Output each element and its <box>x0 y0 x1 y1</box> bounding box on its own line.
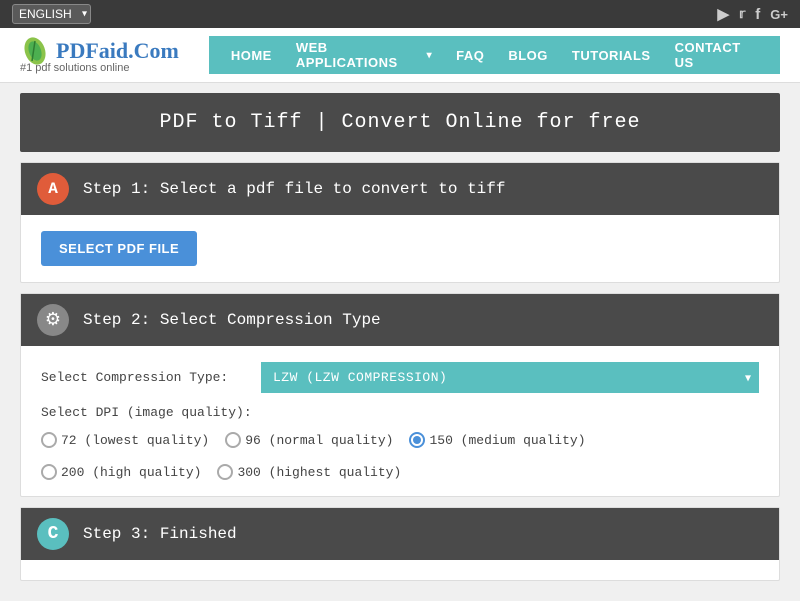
step2-body: Select Compression Type: LZW (LZW COMPRE… <box>21 346 779 496</box>
facebook-icon[interactable]: f <box>755 6 760 23</box>
compression-row: Select Compression Type: LZW (LZW COMPRE… <box>41 362 759 393</box>
nav-item-contact-us[interactable]: CONTACT US <box>663 36 770 74</box>
social-icons-group: ▶ 𝕣 f G+ <box>717 5 788 23</box>
language-dropdown[interactable]: ENGLISH <box>12 4 91 24</box>
twitter-icon[interactable]: 𝕣 <box>739 6 745 22</box>
select-pdf-button[interactable]: SELECT PDF FILE <box>41 231 197 266</box>
step2-section: ⚙ Step 2: Select Compression Type Select… <box>20 293 780 497</box>
step1-header: A Step 1: Select a pdf file to convert t… <box>21 163 779 215</box>
step1-section: A Step 1: Select a pdf file to convert t… <box>20 162 780 283</box>
nav-dropdown-arrow: ▾ <box>427 50 433 61</box>
compression-label: Select Compression Type: <box>41 370 261 385</box>
step2-icon: ⚙ <box>37 304 69 336</box>
top-bar: ENGLISH ▾ ▶ 𝕣 f G+ <box>0 0 800 28</box>
radio-circle-150 <box>409 432 425 448</box>
finished-icon: C <box>48 524 59 544</box>
step3-section: C Step 3: Finished <box>20 507 780 581</box>
step1-body: SELECT PDF FILE <box>21 215 779 282</box>
nav-item-tutorials[interactable]: TUTORIALS <box>560 36 663 74</box>
dpi-options-row: 72 (lowest quality) 96 (normal quality) 15… <box>41 432 759 480</box>
dpi-label-300: 300 (highest quality) <box>237 465 401 480</box>
dpi-option-96[interactable]: 96 (normal quality) <box>225 432 393 448</box>
dpi-option-72[interactable]: 72 (lowest quality) <box>41 432 209 448</box>
step3-header: C Step 3: Finished <box>21 508 779 560</box>
nav-bar: HOMEWEB APPLICATIONS▾FAQBLOGTUTORIALSCON… <box>209 36 780 74</box>
language-selector[interactable]: ENGLISH ▾ <box>12 4 91 24</box>
step3-icon: C <box>37 518 69 550</box>
main-content: PDF to Tiff | Convert Online for free A … <box>0 83 800 601</box>
logo[interactable]: PDFaid.Com #1 pdf solutions online <box>20 36 179 74</box>
step1-icon: A <box>37 173 69 205</box>
nav-item-web-applications[interactable]: WEB APPLICATIONS▾ <box>284 36 444 74</box>
step3-title: Step 3: Finished <box>83 525 237 543</box>
dpi-option-300[interactable]: 300 (highest quality) <box>217 464 401 480</box>
nav-item-blog[interactable]: BLOG <box>496 36 560 74</box>
dpi-label: Select DPI (image quality): <box>41 405 261 420</box>
step2-title: Step 2: Select Compression Type <box>83 311 381 329</box>
dpi-option-200[interactable]: 200 (high quality) <box>41 464 201 480</box>
googleplus-icon[interactable]: G+ <box>770 7 788 22</box>
nav-item-faq[interactable]: FAQ <box>444 36 496 74</box>
radio-circle-72 <box>41 432 57 448</box>
radio-circle-200 <box>41 464 57 480</box>
nav-item-home[interactable]: HOME <box>219 36 284 74</box>
gear-icon: ⚙ <box>45 309 61 331</box>
logo-text: PDFaid.Com <box>56 38 179 64</box>
dpi-label-200: 200 (high quality) <box>61 465 201 480</box>
step1-title: Step 1: Select a pdf file to convert to … <box>83 180 505 198</box>
dpi-label-row: Select DPI (image quality): <box>41 405 759 420</box>
page-title: PDF to Tiff | Convert Online for free <box>20 93 780 152</box>
dpi-option-150[interactable]: 150 (medium quality) <box>409 432 585 448</box>
dpi-label-96: 96 (normal quality) <box>245 433 393 448</box>
dpi-full-row: Select DPI (image quality): 72 (lowest q… <box>41 405 759 480</box>
dpi-label-150: 150 (medium quality) <box>429 433 585 448</box>
pdf-icon: A <box>48 180 58 198</box>
radio-inner-150 <box>413 436 421 444</box>
step2-header: ⚙ Step 2: Select Compression Type <box>21 294 779 346</box>
step3-body <box>21 560 779 580</box>
radio-circle-300 <box>217 464 233 480</box>
dpi-label-72: 72 (lowest quality) <box>61 433 209 448</box>
logo-tagline: #1 pdf solutions online <box>20 62 179 74</box>
compression-select-wrapper[interactable]: LZW (LZW COMPRESSION)NONE (NO COMPRESSIO… <box>261 362 759 393</box>
compression-dropdown[interactable]: LZW (LZW COMPRESSION)NONE (NO COMPRESSIO… <box>261 362 759 393</box>
radio-circle-96 <box>225 432 241 448</box>
header: PDFaid.Com #1 pdf solutions online HOMEW… <box>0 28 800 83</box>
youtube-icon[interactable]: ▶ <box>717 5 729 23</box>
